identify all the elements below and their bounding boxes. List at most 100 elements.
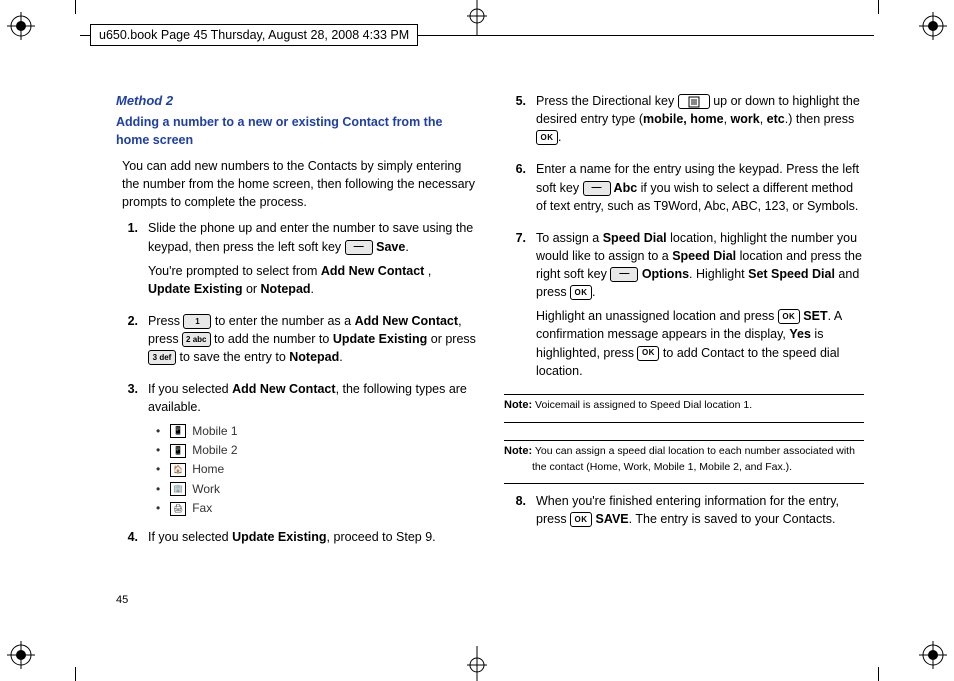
label: Add New Contact [232,382,335,396]
registration-mark-icon [7,12,35,40]
divider [504,483,864,484]
label: Notepad [261,282,311,296]
text: , proceed to Step 9. [327,530,436,544]
type-label: Mobile 2 [192,442,237,459]
softkey-icon [610,267,638,282]
step-number: 5. [510,92,536,152]
mobile2-icon: 📱 [170,444,186,458]
section-subtitle: Adding a number to a new or existing Con… [116,113,476,149]
dpad-icon [678,94,710,109]
step-4: 4. If you selected Update Existing, proc… [122,528,476,552]
step-number: 4. [122,528,148,552]
text: to add the number to [211,332,333,346]
step-3: 3. If you selected Add New Contact, the … [122,380,476,519]
intro-paragraph: You can add new numbers to the Contacts … [122,157,476,211]
text: or [242,282,260,296]
step-number: 6. [510,160,536,220]
step-number: 8. [510,492,536,534]
label: Speed Dial [672,249,736,263]
label: Abc [611,181,638,195]
text: , [424,264,431,278]
registration-mark-icon [919,12,947,40]
crop-mark [878,0,879,14]
label: Speed Dial [603,231,667,245]
type-item: 📱 Mobile 2 [156,442,476,459]
label: Notepad [289,350,339,364]
note-1: Note: Voicemail is assigned to Speed Dia… [504,398,864,414]
label: Update Existing [232,530,326,544]
text: Highlight an unassigned location and pre… [536,309,778,323]
registration-mark-icon [7,641,35,669]
ok-icon: OK [570,512,592,527]
text: or press [427,332,476,346]
page-number: 45 [116,593,128,609]
step-number: 3. [122,380,148,519]
step-7: 7. To assign a Speed Dial location, high… [510,229,864,386]
divider [504,422,864,423]
label: Options [638,267,689,281]
ok-icon: OK [536,130,558,145]
page-body: Method 2 Adding a number to a new or exi… [116,92,864,591]
right-column: 5. Press the Directional key up or down … [504,92,864,591]
text: to save the entry to [176,350,289,364]
step-2: 2. Press 1 to enter the number as a Add … [122,312,476,372]
text: . [311,282,314,296]
softkey-icon [345,240,373,255]
label: etc [767,112,785,126]
fax-icon: 🖨 [170,502,186,516]
text: Press [148,314,183,328]
label: Add New Contact [355,314,458,328]
text: If you selected [148,382,232,396]
text: . [592,285,595,299]
type-label: Work [192,481,220,498]
label: Set Speed Dial [748,267,835,281]
home-icon: 🏠 [170,463,186,477]
work-icon: 🏢 [170,482,186,496]
text: . [405,240,408,254]
type-item: 🖨 Fax [156,500,476,517]
text: . [558,130,561,144]
label: Update Existing [333,332,427,346]
note-label: Note: [504,445,532,457]
text: .) then press [785,112,854,126]
registration-mark-icon [467,655,487,675]
divider [504,440,864,441]
left-column: Method 2 Adding a number to a new or exi… [116,92,476,591]
label: work [731,112,760,126]
text: , [724,112,731,126]
step-number: 7. [510,229,536,386]
ok-icon: OK [778,309,800,324]
text: to enter the number as a [211,314,354,328]
note-2: Note: You can assign a speed dial locati… [504,444,864,475]
crop-mark [75,0,76,14]
text: To assign a [536,231,603,245]
text: You're prompted to select from [148,264,321,278]
page-header: u650.book Page 45 Thursday, August 28, 2… [90,24,418,46]
step-number: 1. [122,219,148,304]
step-6: 6. Enter a name for the entry using the … [510,160,864,220]
key3-icon: 3 def [148,350,176,365]
type-label: Fax [192,500,212,517]
label: Add New Contact [321,264,424,278]
type-label: Home [192,461,224,478]
step-5: 5. Press the Directional key up or down … [510,92,864,152]
label-save: Save [373,240,406,254]
ok-icon: OK [637,346,659,361]
note-label: Note: [504,399,532,411]
ok-icon: OK [570,285,592,300]
note-text: You can assign a speed dial location to … [532,445,855,473]
method-title: Method 2 [116,92,476,111]
key1-icon: 1 [183,314,211,329]
text: . [339,350,342,364]
text: Press the Directional key [536,94,678,108]
mobile1-icon: 📱 [170,424,186,438]
step-number: 2. [122,312,148,372]
text: If you selected [148,530,232,544]
label: SAVE [592,512,629,526]
note-text: Voicemail is assigned to Speed Dial loca… [532,399,752,411]
label: mobile, home [643,112,724,126]
text: . Highlight [689,267,748,281]
text: Slide the phone up and enter the number … [148,221,473,253]
step-1: 1. Slide the phone up and enter the numb… [122,219,476,304]
registration-mark-icon [467,6,487,26]
